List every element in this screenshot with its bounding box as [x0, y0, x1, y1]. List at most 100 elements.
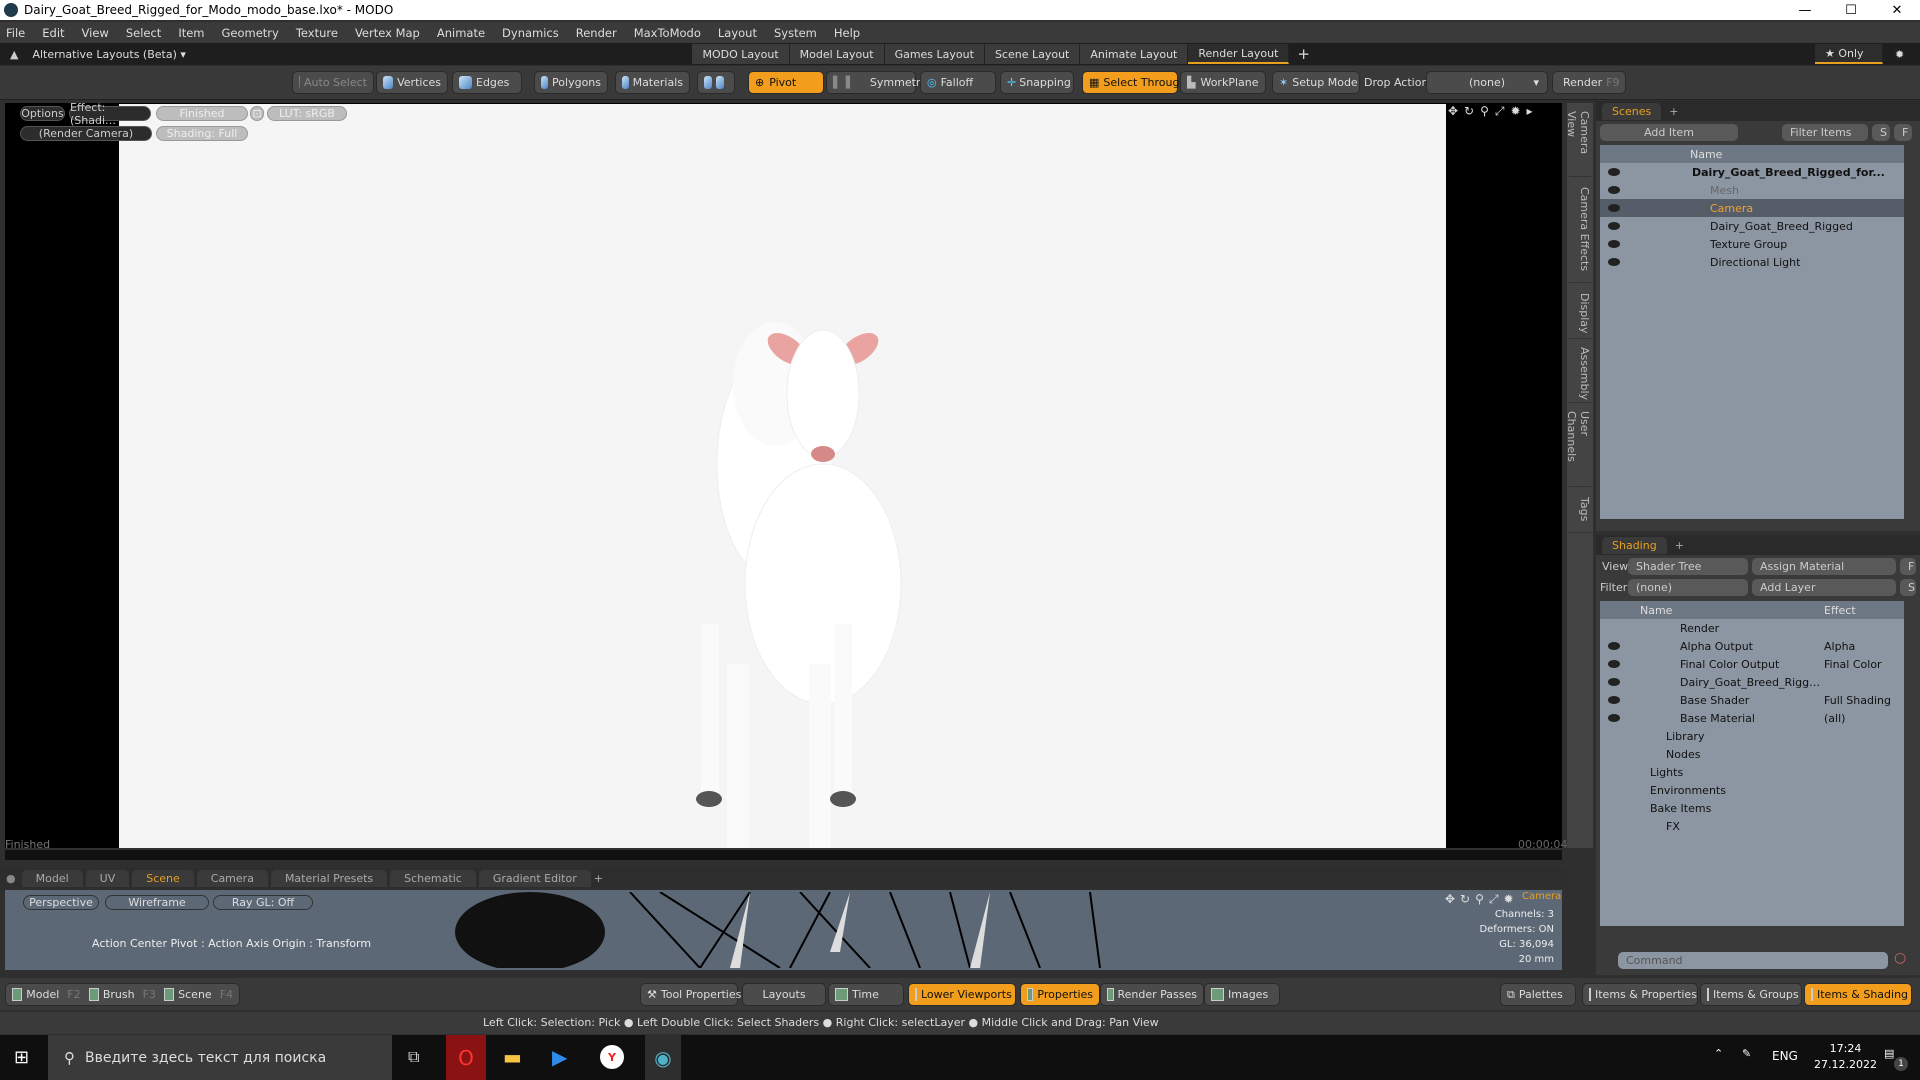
- shader-item[interactable]: Final Color Output Final Color: [1600, 655, 1882, 673]
- tab-animate-layout[interactable]: Animate Layout: [1080, 44, 1189, 64]
- time-button[interactable]: Time: [828, 983, 904, 1006]
- model-mode-button[interactable]: Model: [26, 988, 59, 1001]
- tab-material-presets[interactable]: Material Presets: [270, 869, 388, 887]
- brush-mode-button[interactable]: Brush: [103, 988, 135, 1001]
- record-icon[interactable]: ○: [1894, 950, 1906, 966]
- eye-icon[interactable]: [1608, 642, 1620, 650]
- menu-animate[interactable]: Animate: [437, 26, 485, 40]
- shader-item[interactable]: Bake Items: [1600, 799, 1711, 817]
- add-layout-button[interactable]: +: [1297, 45, 1310, 63]
- tab-scene[interactable]: Scene: [132, 869, 194, 887]
- items-groups-button[interactable]: Items & Groups: [1700, 983, 1802, 1006]
- action-center-buttons[interactable]: [697, 71, 735, 94]
- taskbar-search[interactable]: ⚲ Введите здесь текст для поиска: [48, 1035, 392, 1080]
- lut-dropdown[interactable]: LUT: sRGB: [267, 106, 347, 121]
- tab-camera-view[interactable]: Camera View: [1565, 107, 1591, 177]
- lower-nav-icons[interactable]: ✥↻⚲⤢✹: [1445, 892, 1519, 907]
- add-item-dropdown[interactable]: Add Item: [1600, 124, 1738, 141]
- menu-layout[interactable]: Layout: [718, 26, 757, 40]
- eye-icon[interactable]: [1608, 660, 1620, 668]
- modo-taskbar-icon[interactable]: ◉: [645, 1035, 681, 1080]
- menu-dynamics[interactable]: Dynamics: [502, 26, 559, 40]
- eye-icon[interactable]: [1608, 204, 1620, 212]
- media-player-icon[interactable]: ▶: [552, 1045, 567, 1069]
- tab-model[interactable]: Model: [21, 869, 83, 887]
- close-button[interactable]: ✕: [1874, 0, 1920, 20]
- tool-properties-button[interactable]: ⚒ Tool Properties: [640, 983, 741, 1006]
- maximize-button[interactable]: ☐: [1828, 0, 1874, 20]
- filter-dropdown[interactable]: (none): [1628, 579, 1748, 596]
- images-button[interactable]: Images: [1204, 983, 1280, 1006]
- menu-view[interactable]: View: [82, 26, 109, 40]
- menu-texture[interactable]: Texture: [296, 26, 338, 40]
- menu-system[interactable]: System: [774, 26, 817, 40]
- shader-item[interactable]: Environments: [1600, 781, 1726, 799]
- auto-select-button[interactable]: Auto Select: [292, 71, 374, 94]
- wireframe-dropdown[interactable]: Wireframe: [105, 895, 209, 910]
- render-button[interactable]: Render F9: [1552, 71, 1626, 94]
- edges-button[interactable]: Edges: [452, 71, 522, 94]
- options-button[interactable]: Options: [20, 106, 65, 121]
- layouts-button[interactable]: Layouts: [742, 983, 826, 1006]
- add-layer-dropdown[interactable]: Add Layer: [1752, 579, 1896, 596]
- eye-icon[interactable]: [1608, 696, 1620, 704]
- eye-icon[interactable]: [1608, 186, 1620, 194]
- collapse-icon[interactable]: ▲: [10, 48, 18, 61]
- viewport-scrollbar[interactable]: [5, 850, 1562, 860]
- task-view-icon[interactable]: ⧉: [408, 1047, 419, 1067]
- lower-viewports-button[interactable]: Lower Viewports: [908, 983, 1016, 1006]
- lock-icon[interactable]: ⊡: [250, 106, 264, 121]
- menu-item[interactable]: Item: [178, 26, 204, 40]
- clock[interactable]: 17:24 27.12.2022: [1814, 1041, 1877, 1073]
- tray-chevron-icon[interactable]: ⌃: [1714, 1047, 1723, 1060]
- shader-item[interactable]: Base Material (all): [1600, 709, 1845, 727]
- tab-render-layout[interactable]: Render Layout: [1188, 44, 1290, 64]
- tab-schematic[interactable]: Schematic: [390, 869, 476, 887]
- menu-help[interactable]: Help: [834, 26, 860, 40]
- language-indicator[interactable]: ENG: [1772, 1049, 1798, 1063]
- list-item-selected[interactable]: Camera: [1600, 199, 1904, 217]
- yandex-browser-icon[interactable]: Y: [600, 1045, 624, 1069]
- shader-item[interactable]: Library: [1600, 727, 1704, 745]
- tab-modo-layout[interactable]: MODO Layout: [692, 44, 790, 64]
- pivot-button[interactable]: ⊕ Pivot: [748, 71, 824, 94]
- lower-3d-viewport[interactable]: Perspective Wireframe Ray GL: Off Action…: [5, 890, 1562, 970]
- menu-maxtomodo[interactable]: MaxToModo: [634, 26, 701, 40]
- tab-games-layout[interactable]: Games Layout: [884, 44, 985, 64]
- tab-model-layout[interactable]: Model Layout: [789, 44, 885, 64]
- materials-button[interactable]: Materials: [615, 71, 690, 94]
- properties-button[interactable]: Properties: [1020, 983, 1100, 1006]
- eye-icon[interactable]: [1608, 222, 1620, 230]
- command-input[interactable]: Command: [1618, 952, 1888, 969]
- perspective-dropdown[interactable]: Perspective: [23, 895, 99, 910]
- eye-icon[interactable]: [1608, 168, 1620, 176]
- add-tab-button[interactable]: +: [1675, 539, 1684, 552]
- symmetry-button[interactable]: ▌▐ Symmetry: [826, 71, 927, 94]
- shader-item[interactable]: Render: [1600, 619, 1719, 637]
- tab-shading[interactable]: Shading: [1602, 536, 1667, 554]
- eye-icon[interactable]: [1608, 714, 1620, 722]
- vertices-button[interactable]: Vertices: [376, 71, 448, 94]
- list-item[interactable]: Dairy_Goat_Breed_Rigged: [1600, 217, 1904, 235]
- items-properties-button[interactable]: Items & Properties: [1582, 983, 1698, 1006]
- eye-icon[interactable]: [1608, 678, 1620, 686]
- scene-mode-button[interactable]: Scene: [178, 988, 212, 1001]
- render-passes-button[interactable]: Render Passes: [1100, 983, 1204, 1006]
- gear-icon[interactable]: ✹: [1895, 48, 1904, 61]
- snapping-button[interactable]: ✛ Snapping: [1000, 71, 1074, 94]
- items-shading-button[interactable]: Items & Shading: [1804, 983, 1912, 1006]
- menu-vertex-map[interactable]: Vertex Map: [355, 26, 420, 40]
- falloff-button[interactable]: ◎ Falloff: [920, 71, 996, 94]
- eye-icon[interactable]: [1608, 258, 1620, 266]
- opera-icon[interactable]: O: [446, 1035, 486, 1080]
- list-item[interactable]: Mesh: [1600, 181, 1904, 199]
- shader-item[interactable]: Alpha Output Alpha: [1600, 637, 1855, 655]
- render-camera-dropdown[interactable]: (Render Camera): [20, 126, 152, 141]
- workplane-button[interactable]: ▙ WorkPlane: [1180, 71, 1266, 94]
- f-button[interactable]: F: [1900, 558, 1916, 575]
- effect-dropdown[interactable]: Effect: (Shadi…: [69, 101, 151, 127]
- shader-item[interactable]: Base Shader Full Shading: [1600, 691, 1891, 709]
- minimize-button[interactable]: —: [1782, 0, 1828, 20]
- tab-scenes[interactable]: Scenes: [1602, 102, 1662, 120]
- menu-edit[interactable]: Edit: [42, 26, 64, 40]
